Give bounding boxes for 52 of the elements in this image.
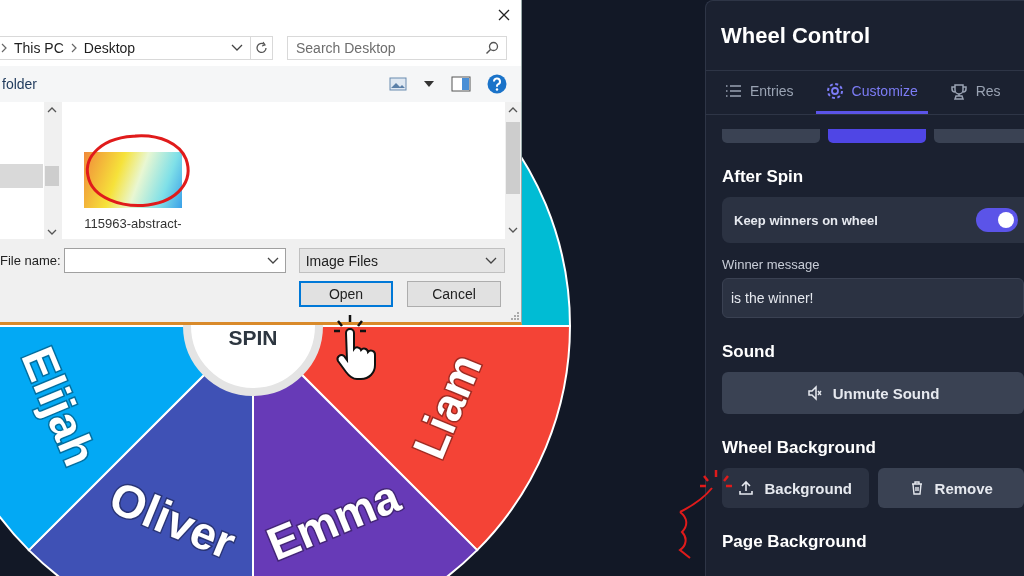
search-icon[interactable] xyxy=(485,41,499,55)
scrollbar[interactable] xyxy=(44,102,60,242)
winner-message-field[interactable]: is the winner! xyxy=(722,278,1024,318)
file-name[interactable]: 115963-abstract- xyxy=(84,216,182,231)
help-icon[interactable] xyxy=(487,74,507,94)
address-bar[interactable]: This PC Desktop xyxy=(0,36,251,60)
section-heading: Wheel Background xyxy=(722,438,877,458)
toggle-switch[interactable] xyxy=(976,208,1018,232)
dropdown-chevron-icon xyxy=(483,255,498,266)
slice-name: Emma xyxy=(259,469,408,571)
resize-grip-icon[interactable] xyxy=(511,312,519,320)
dropdown-triangle-icon[interactable] xyxy=(423,80,435,88)
refresh-button[interactable] xyxy=(251,36,273,60)
section-heading: After Spin xyxy=(722,167,805,187)
file-name-label: File name: xyxy=(0,253,61,268)
close-icon[interactable] xyxy=(497,8,511,22)
section-heading: Sound xyxy=(722,342,776,362)
section-heading: Page Background xyxy=(722,532,868,552)
refresh-icon xyxy=(254,41,269,55)
slice-name: Liam xyxy=(402,346,492,466)
chevron-icon xyxy=(69,42,78,54)
chevron-icon xyxy=(0,42,8,54)
slice-name: Elijah xyxy=(11,339,107,473)
list-icon xyxy=(724,82,742,100)
setting-label: Keep winners on wheel xyxy=(734,212,878,228)
view-icon[interactable] xyxy=(389,77,407,91)
upload-icon xyxy=(738,480,755,496)
speaker-muted-icon xyxy=(806,385,823,401)
dropdown-chevron-icon[interactable] xyxy=(230,43,244,53)
field-label: Winner message xyxy=(722,257,821,272)
preview-pane-icon[interactable] xyxy=(451,76,471,92)
breadcrumb-item[interactable]: Desktop xyxy=(83,40,136,56)
breadcrumb-item[interactable]: This PC xyxy=(14,40,64,56)
panel-title: Wheel Control xyxy=(721,22,871,49)
unmute-sound-button[interactable]: Unmute Sound xyxy=(722,372,1024,414)
file-type-dropdown[interactable]: Image Files xyxy=(298,248,505,273)
open-button[interactable]: Open xyxy=(299,281,393,307)
search-field[interactable]: Search Desktop xyxy=(287,36,507,60)
tab[interactable]: Res xyxy=(939,71,1011,114)
tab[interactable]: Customize xyxy=(815,71,928,114)
settings-icon xyxy=(825,82,844,100)
upload-background-button[interactable]: Background xyxy=(722,468,869,508)
image-thumbnail[interactable] xyxy=(84,152,182,208)
remove-button[interactable]: Remove xyxy=(877,468,1024,508)
new-folder-link[interactable]: folder xyxy=(2,76,38,92)
file-name-field[interactable] xyxy=(63,248,286,273)
dropdown-chevron-icon[interactable] xyxy=(265,256,280,266)
slice-name: Oliver xyxy=(102,471,243,569)
tab[interactable]: Entries xyxy=(714,71,804,114)
trophy-icon xyxy=(949,82,968,100)
cancel-button[interactable]: Cancel xyxy=(407,281,501,307)
scrollbar[interactable] xyxy=(505,102,521,239)
